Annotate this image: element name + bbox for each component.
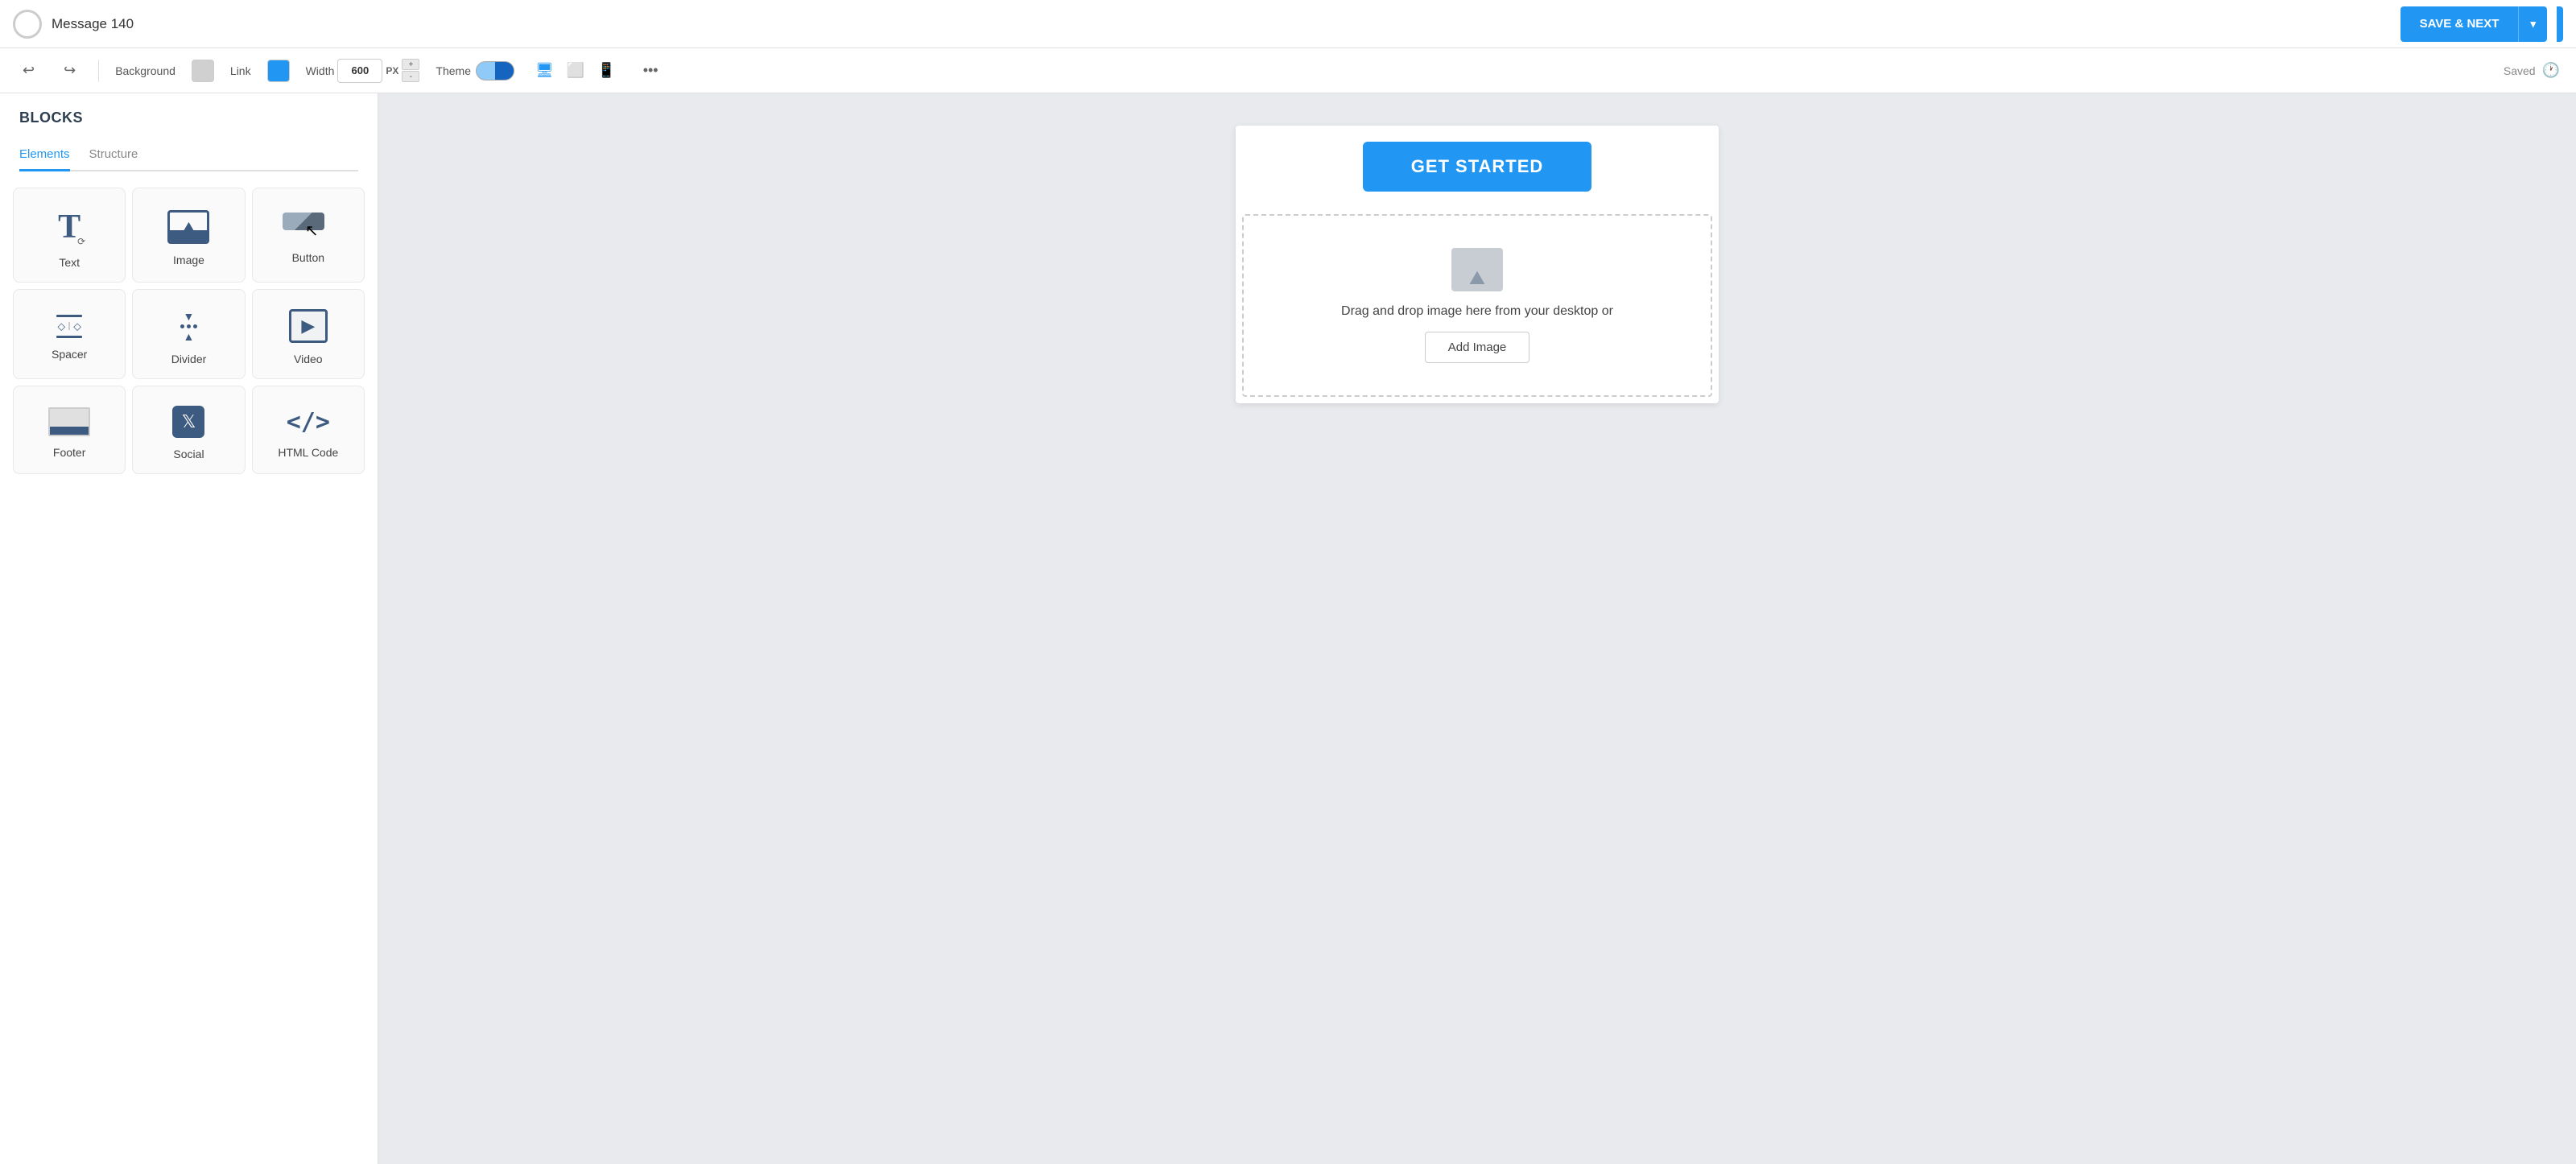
width-label: Width	[306, 64, 335, 77]
image-placeholder-icon: ⛰	[1451, 248, 1503, 291]
block-spacer[interactable]: ⬦ ⬦ Spacer	[13, 289, 126, 379]
block-video-label: Video	[294, 353, 323, 365]
background-label: Background	[115, 64, 175, 77]
block-text-label: Text	[59, 256, 80, 269]
blocks-title: BLOCKS	[19, 109, 358, 126]
mountain-icon: ⛰	[1469, 269, 1485, 288]
sidebar-tabs: Elements Structure	[19, 139, 358, 171]
canvas-area: GET STARTED ⛰ Drag and drop image here f…	[378, 93, 2576, 1164]
save-next-button[interactable]: SAVE & NEXT ▾	[2401, 6, 2547, 42]
block-footer[interactable]: Footer	[13, 386, 126, 474]
divider-icon: ▼ ▲	[180, 310, 197, 343]
tab-structure[interactable]: Structure	[89, 139, 138, 171]
width-increment-button[interactable]: +	[402, 59, 419, 70]
save-next-label[interactable]: SAVE & NEXT	[2401, 6, 2519, 42]
block-html-code[interactable]: </> HTML Code	[252, 386, 365, 474]
history-icon[interactable]: 🕐	[2542, 62, 2560, 79]
html-icon: </>	[287, 408, 330, 436]
image-drop-block[interactable]: ⛰ Drag and drop image here from your des…	[1242, 214, 1712, 397]
drag-drop-text: Drag and drop image here from your deskt…	[1341, 304, 1613, 319]
blue-tab	[2557, 6, 2563, 42]
desktop-view-button[interactable]: 🖥	[530, 57, 559, 84]
sidebar-header: BLOCKS Elements Structure	[0, 93, 378, 171]
get-started-button[interactable]: GET STARTED	[1363, 142, 1592, 192]
width-stepper: + -	[402, 59, 419, 82]
link-color-swatch[interactable]	[267, 60, 290, 82]
undo-button[interactable]: ↩	[16, 59, 41, 82]
block-button-label: Button	[292, 251, 324, 264]
block-spacer-label: Spacer	[52, 348, 87, 361]
sidebar: BLOCKS Elements Structure T Text Image	[0, 93, 378, 1164]
sidebar-content: T Text Image ↖ Button	[0, 171, 378, 1164]
width-unit: PX	[386, 65, 398, 76]
add-image-button[interactable]: Add Image	[1425, 332, 1530, 363]
saved-status: Saved	[2504, 64, 2536, 77]
spacer-icon: ⬦ ⬦	[56, 315, 82, 338]
main-layout: BLOCKS Elements Structure T Text Image	[0, 93, 2576, 1164]
width-decrement-button[interactable]: -	[402, 71, 419, 82]
link-label: Link	[230, 64, 251, 77]
toolbar: ↩ ↪ Background Link Width PX + - Theme 🖥…	[0, 48, 2576, 93]
block-social-label: Social	[173, 448, 204, 460]
email-canvas: GET STARTED ⛰ Drag and drop image here f…	[1236, 126, 1719, 403]
device-buttons: 🖥 ⬜ 📱	[530, 57, 621, 84]
theme-control: Theme	[436, 61, 514, 80]
toolbar-right: Saved 🕐	[2504, 62, 2560, 79]
footer-icon	[48, 407, 90, 436]
toolbar-separator-1	[98, 60, 99, 82]
social-icon: 𝕏	[172, 406, 204, 438]
block-social[interactable]: 𝕏 Social	[132, 386, 245, 474]
width-control: Width PX + -	[306, 59, 420, 83]
app-logo	[13, 10, 42, 39]
video-icon: ▶	[289, 309, 328, 343]
text-icon: T	[58, 208, 80, 246]
block-divider-label: Divider	[171, 353, 207, 365]
background-color-swatch[interactable]	[192, 60, 214, 82]
mobile-view-button[interactable]: 📱	[592, 57, 620, 84]
block-image-label: Image	[173, 254, 204, 266]
more-options-button[interactable]: •••	[637, 59, 665, 82]
block-divider[interactable]: ▼ ▲ Divider	[132, 289, 245, 379]
blocks-grid: T Text Image ↖ Button	[13, 188, 365, 474]
redo-button[interactable]: ↪	[57, 59, 82, 82]
block-text[interactable]: T Text	[13, 188, 126, 283]
save-dropdown-arrow[interactable]: ▾	[2519, 6, 2547, 42]
app-title: Message 140	[52, 16, 134, 32]
width-input[interactable]	[337, 59, 382, 83]
theme-toggle-switch[interactable]	[476, 61, 514, 80]
theme-label: Theme	[436, 64, 471, 77]
image-icon	[167, 210, 209, 244]
tab-elements[interactable]: Elements	[19, 139, 70, 171]
block-button[interactable]: ↖ Button	[252, 188, 365, 283]
button-icon: ↖	[283, 213, 334, 241]
block-image[interactable]: Image	[132, 188, 245, 283]
block-footer-label: Footer	[53, 446, 85, 459]
block-video[interactable]: ▶ Video	[252, 289, 365, 379]
get-started-block: GET STARTED	[1236, 126, 1719, 208]
tablet-view-button[interactable]: ⬜	[562, 57, 589, 84]
block-html-label: HTML Code	[278, 446, 338, 459]
top-bar: Message 140 SAVE & NEXT ▾	[0, 0, 2576, 48]
